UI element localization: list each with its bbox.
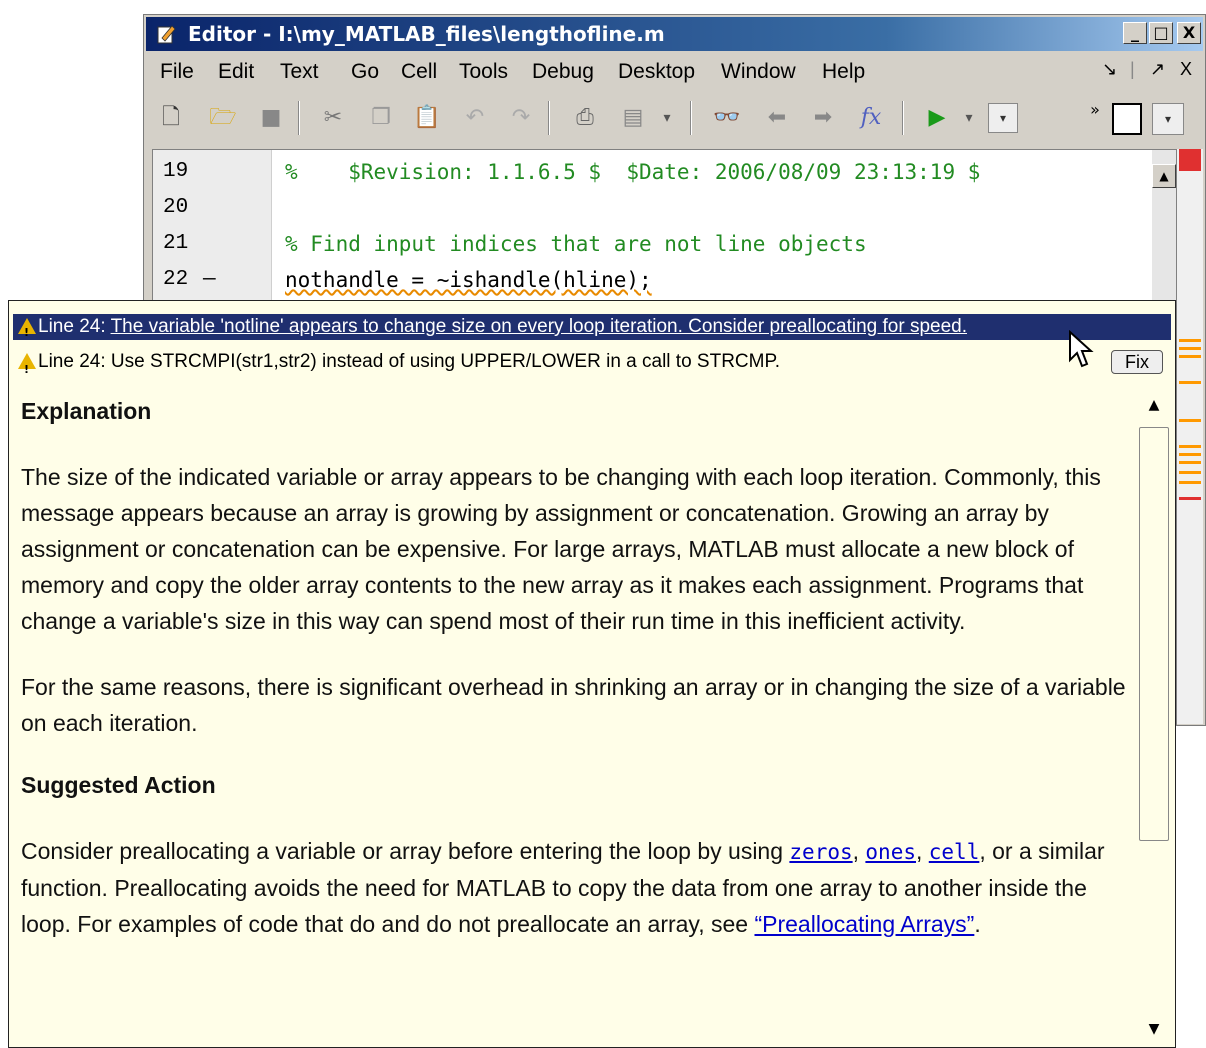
stack-dropdown-icon[interactable]: ▾ — [988, 103, 1018, 133]
warning-marker[interactable] — [1179, 347, 1201, 350]
code-analyzer-popup: Line 24: The variable 'notline' appears … — [8, 300, 1176, 1048]
menu-file[interactable]: File — [160, 60, 194, 84]
suggested-action-paragraph: Consider preallocating a variable or arr… — [21, 838, 1105, 937]
message-indicator-bar[interactable] — [1177, 149, 1203, 724]
message-row-selected[interactable]: Line 24: The variable 'notline' appears … — [13, 314, 1171, 340]
dock-icon[interactable]: ↗ — [1150, 59, 1165, 80]
run-icon[interactable]: ▶ — [922, 103, 952, 133]
mouse-cursor-icon — [1069, 330, 1094, 368]
warning-marker[interactable] — [1179, 471, 1201, 474]
help-content: Explanation The size of the indicated va… — [21, 393, 1131, 942]
warning-icon — [18, 353, 36, 385]
close-document-icon[interactable]: X — [1180, 59, 1192, 80]
warning-marker[interactable] — [1179, 355, 1201, 358]
line-number: 20 — [163, 196, 189, 219]
undock-icon[interactable]: ↘ — [1102, 59, 1117, 80]
close-button[interactable]: X — [1177, 22, 1201, 44]
warning-marker[interactable] — [1179, 419, 1201, 422]
message-text[interactable]: Use STRCMPI(str1,str2) instead of using … — [111, 351, 780, 372]
message-text[interactable]: The variable 'notline' appears to change… — [111, 316, 967, 337]
toolbar-separator — [690, 101, 692, 135]
undo-icon[interactable]: ↶ — [460, 103, 490, 133]
redo-icon[interactable]: ↷ — [506, 103, 536, 133]
help-vertical-scrollbar[interactable]: ▲ ▼ — [1139, 393, 1169, 1041]
scrollbar-thumb[interactable] — [1139, 427, 1169, 841]
dock-toggle-icon[interactable] — [1112, 103, 1142, 135]
scroll-up-arrow-icon[interactable]: ▲ — [1152, 164, 1176, 188]
menu-tools[interactable]: Tools — [459, 60, 508, 84]
cell-link[interactable]: cell — [929, 840, 980, 864]
toolbar-overflow-icon[interactable]: » — [1080, 95, 1110, 125]
ones-link[interactable]: ones — [865, 840, 916, 864]
error-status-indicator[interactable] — [1179, 149, 1201, 171]
message-line-label: Line 24: — [38, 316, 106, 337]
code-line[interactable]: nothandle = ~ishandle(hline); — [285, 268, 652, 292]
warning-icon — [18, 318, 36, 340]
breakpoint-dash[interactable]: — — [203, 268, 216, 291]
menu-separator: | — [1130, 59, 1135, 79]
explanation-heading: Explanation — [21, 398, 152, 424]
layout-dropdown-icon[interactable]: ▾ — [1152, 103, 1184, 135]
title-bar[interactable]: Editor - I:\my_MATLAB_files\lengthofline… — [146, 17, 1203, 51]
find-icon[interactable]: 👓 — [712, 103, 742, 133]
maximize-button[interactable]: □ — [1149, 22, 1173, 44]
paste-icon[interactable]: 📋 — [412, 103, 442, 133]
message-row[interactable]: Line 24: Use STRCMPI(str1,str2) instead … — [13, 347, 1171, 385]
minimize-button[interactable]: _ — [1123, 22, 1147, 44]
forward-icon[interactable]: ➡ — [808, 103, 838, 133]
open-folder-icon[interactable]: 🗁 — [208, 103, 238, 133]
menu-text[interactable]: Text — [280, 60, 319, 84]
window-title: Editor - I:\my_MATLAB_files\lengthofline… — [188, 22, 665, 46]
warning-marker[interactable] — [1179, 445, 1201, 448]
menu-window[interactable]: Window — [721, 60, 796, 84]
fix-button[interactable]: Fix — [1111, 350, 1163, 374]
function-icon[interactable]: fx — [856, 103, 886, 133]
save-icon[interactable]: ■ — [256, 103, 286, 133]
explanation-paragraph: For the same reasons, there is significa… — [21, 674, 1126, 736]
print-options-icon[interactable]: ▤ — [618, 103, 648, 133]
error-marker[interactable] — [1179, 497, 1201, 500]
menu-cell[interactable]: Cell — [401, 60, 437, 84]
warning-marker[interactable] — [1179, 339, 1201, 342]
scroll-down-arrow-icon[interactable]: ▼ — [1139, 1021, 1169, 1041]
zeros-link[interactable]: zeros — [789, 840, 852, 864]
copy-icon[interactable]: ❐ — [366, 103, 396, 133]
editor-app-icon — [157, 25, 176, 44]
cut-icon[interactable]: ✂ — [318, 103, 348, 133]
message-line-label: Line 24: — [38, 351, 106, 372]
warning-marker[interactable] — [1179, 481, 1201, 484]
run-dropdown-icon[interactable]: ▾ — [954, 103, 984, 133]
menu-debug[interactable]: Debug — [532, 60, 594, 84]
preallocating-arrays-link[interactable]: “Preallocating Arrays” — [754, 911, 974, 937]
warning-marker[interactable] — [1179, 381, 1201, 384]
toolbar-separator — [548, 101, 550, 135]
back-icon[interactable]: ⬅ — [762, 103, 792, 133]
code-line[interactable]: % Find input indices that are not line o… — [285, 232, 867, 256]
menu-edit[interactable]: Edit — [218, 60, 254, 84]
warning-marker[interactable] — [1179, 461, 1201, 464]
line-number: 21 — [163, 232, 189, 255]
menu-desktop[interactable]: Desktop — [618, 60, 695, 84]
suggested-action-heading: Suggested Action — [21, 772, 216, 798]
print-dropdown-icon[interactable]: ▾ — [652, 103, 682, 133]
print-icon[interactable]: ⎙ — [570, 103, 600, 133]
toolbar: 🗋 🗁 ■ ✂ ❐ 📋 ↶ ↷ ⎙ ▤ ▾ 👓 ⬅ ➡ fx ▶ ▾ ▾ » ▾ — [146, 93, 1203, 143]
scroll-up-arrow-icon[interactable]: ▲ — [1139, 397, 1169, 417]
menu-help[interactable]: Help — [822, 60, 865, 84]
new-file-icon[interactable]: 🗋 — [156, 103, 186, 133]
menu-bar: File Edit Text Go Cell Tools Debug Deskt… — [146, 53, 1203, 91]
menu-go[interactable]: Go — [351, 60, 379, 84]
explanation-paragraph: The size of the indicated variable or ar… — [21, 464, 1101, 634]
code-line[interactable]: % $Revision: 1.1.6.5 $ $Date: 2006/08/09… — [285, 160, 980, 184]
toolbar-separator — [298, 101, 300, 135]
warning-marker[interactable] — [1179, 453, 1201, 456]
line-number: 19 — [163, 160, 189, 183]
toolbar-separator — [902, 101, 904, 135]
line-number: 22 — [163, 268, 189, 291]
